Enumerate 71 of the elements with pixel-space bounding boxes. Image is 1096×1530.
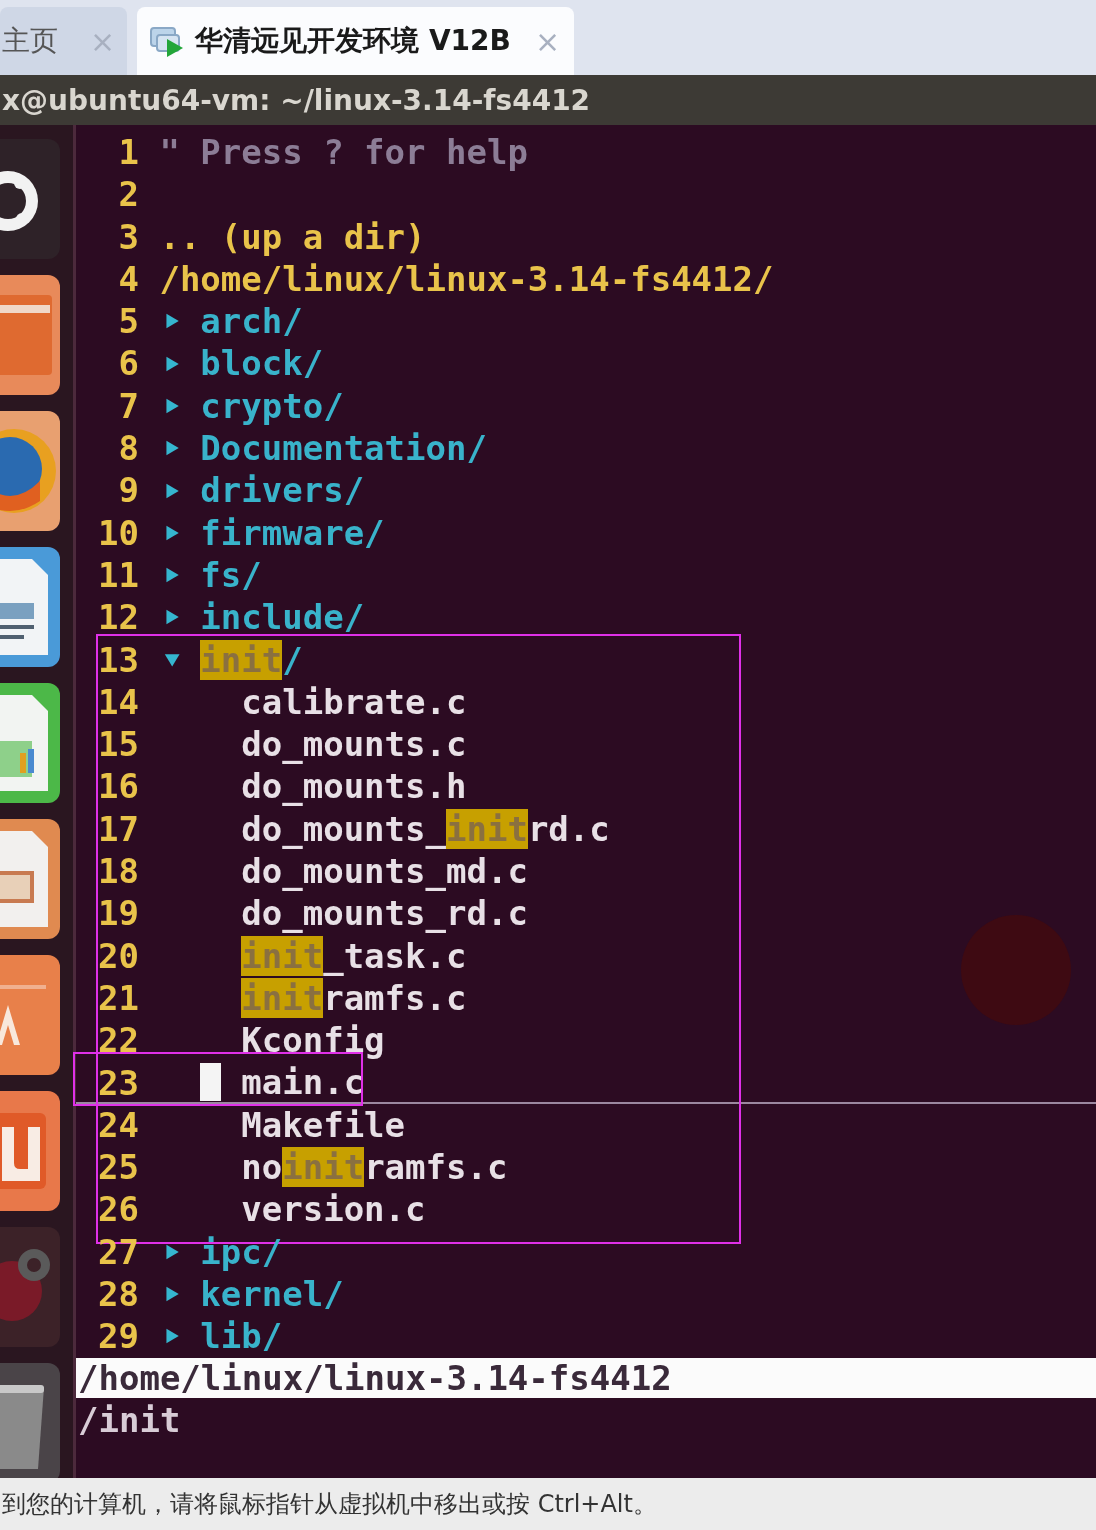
file-name: do_mounts_md.c — [241, 850, 528, 893]
file-name: do_mounts_initrd.c — [241, 807, 610, 851]
directory-name: kernel/ — [200, 1273, 344, 1316]
directory-name: init/ — [200, 638, 303, 681]
line-number: 5 — [117, 300, 139, 343]
line-number: 28 — [98, 1273, 139, 1316]
line-number: 6 — [117, 342, 139, 385]
line-number: 25 — [98, 1146, 139, 1189]
settings-icon[interactable] — [0, 1227, 62, 1347]
help-comment: " Press ? for help — [159, 131, 528, 174]
directory-name: Documentation/ — [200, 427, 487, 470]
file-name: init ramfs.c — [241, 976, 467, 1020]
file-name: Makefile — [241, 1103, 406, 1147]
directory-name: firmware/ — [200, 511, 385, 554]
file-name: version.c — [241, 1188, 426, 1231]
file-name: do_mounts.h — [241, 765, 467, 808]
line-number: 7 — [117, 384, 139, 428]
line-number: 16 — [98, 765, 139, 808]
line-number: 27 — [98, 1230, 139, 1273]
folder-icon[interactable] — [0, 275, 62, 395]
line-number: 26 — [98, 1188, 139, 1231]
directory-name: crypto/ — [200, 384, 344, 428]
status-text: 到您的计算机，请将鼠标指针从虚拟机中移出或按 Ctrl+Alt。 — [2, 1489, 657, 1520]
browser-tab[interactable]: 华清远见开发环境 V12B × — [137, 7, 574, 75]
line-number: 18 — [98, 850, 139, 893]
browser-icon[interactable] — [0, 411, 62, 531]
trash-icon[interactable] — [0, 1363, 62, 1478]
file-name: noinit ramfs.c — [241, 1146, 508, 1189]
line-number: 14 — [98, 680, 139, 724]
directory-name: include/ — [200, 596, 365, 639]
line-number: 19 — [98, 892, 139, 935]
browser-tab[interactable]: 主页 × — [0, 7, 128, 75]
file-name: Kconfig — [241, 1019, 385, 1062]
root-path: /home/linux/linux-3.14-fs4412/ — [159, 257, 774, 301]
line-number: 13 — [98, 638, 139, 681]
directory-name: block/ — [200, 342, 324, 385]
line-number: 17 — [98, 807, 139, 851]
directory-name: arch/ — [200, 300, 303, 343]
directory-name: ipc/ — [200, 1230, 283, 1273]
line-number: 15 — [98, 723, 139, 766]
directory-name: fs/ — [200, 553, 262, 597]
spreadsheet-icon[interactable] — [0, 683, 62, 803]
up-dir-entry: .. (up a dir) — [159, 215, 426, 258]
line-number: 8 — [117, 427, 139, 470]
line-number: 29 — [98, 1315, 139, 1358]
line-number: 22 — [98, 1019, 139, 1062]
file-name: init_task.c — [241, 934, 467, 977]
file-name: do_mounts.c — [241, 723, 467, 766]
line-number: 1 — [117, 131, 139, 174]
directory-name: lib/ — [200, 1315, 283, 1358]
line-number: 12 — [98, 596, 139, 639]
current-path: /home/linux/linux-3.14-fs4412 — [76, 1357, 1096, 1398]
line-number: 21 — [98, 976, 139, 1020]
line-number: 11 — [98, 553, 139, 597]
window-title: x@ubuntu64-vm: ~/linux-3.14-fs4412 — [2, 83, 591, 117]
line-number: 4 — [117, 257, 139, 301]
line-number: 9 — [117, 469, 139, 512]
directory-name: drivers/ — [200, 469, 365, 512]
file-name: do_mounts_rd.c — [241, 892, 528, 935]
document-icon[interactable] — [0, 547, 62, 667]
line-number: 20 — [98, 934, 139, 977]
line-number: 2 — [117, 173, 139, 216]
line-number: 23 — [98, 1061, 139, 1102]
file-name: calibrate.c — [241, 680, 467, 724]
line-number: 10 — [98, 511, 139, 554]
dash-icon[interactable] — [0, 139, 62, 259]
line-number: 24 — [98, 1103, 139, 1147]
presentation-icon[interactable] — [0, 819, 62, 939]
file-name: main.c — [241, 1060, 365, 1103]
current-dir: /init — [77, 1398, 182, 1442]
line-number: 3 — [117, 215, 139, 258]
